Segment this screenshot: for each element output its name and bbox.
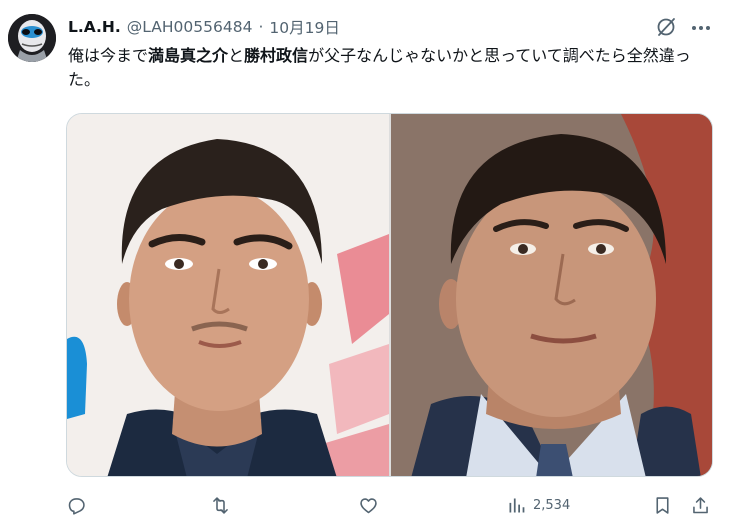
more-icon[interactable] [690,18,712,38]
like-button[interactable] [358,492,379,518]
share-icon [693,496,708,513]
views-button[interactable]: 2,534 [506,492,570,518]
bookmark-button[interactable] [652,492,673,518]
photo-right[interactable] [391,114,712,476]
tweet-header: L.A.H. @LAH00556484 · 10月19日 [68,16,340,38]
reply-button[interactable] [66,492,87,518]
retweet-button[interactable] [210,492,231,518]
retweet-icon [213,496,228,514]
text-hashtag-2: 勝村政信 [244,46,309,65]
bookmark-icon [656,496,669,514]
tweet-card[interactable]: L.A.H. @LAH00556484 · 10月19日 俺は今まで満島真之介と… [0,0,734,528]
text-part-1: 俺は今まで [68,46,149,65]
views-count: 2,534 [533,497,571,513]
text-part-2: と [228,46,245,65]
views-chart-icon [509,498,525,512]
media-container[interactable] [66,113,713,477]
tweet-date[interactable]: 10月19日 [269,16,339,38]
author-name[interactable]: L.A.H. [68,18,121,36]
reply-icon [68,497,85,515]
meta-separator: · [258,18,264,36]
grok-icon[interactable] [655,16,677,38]
avatar[interactable] [8,14,56,62]
text-hashtag-1: 満島真之介 [148,46,229,65]
share-button[interactable] [690,492,711,518]
tweet-text: 俺は今まで満島真之介と勝村政信が父子なんじゃないかと思っていて調べたら全然違った… [68,44,718,92]
heart-icon [360,497,377,513]
action-bar: 2,534 [0,490,734,522]
author-handle[interactable]: @LAH00556484 [127,18,253,36]
photo-left[interactable] [67,114,389,476]
